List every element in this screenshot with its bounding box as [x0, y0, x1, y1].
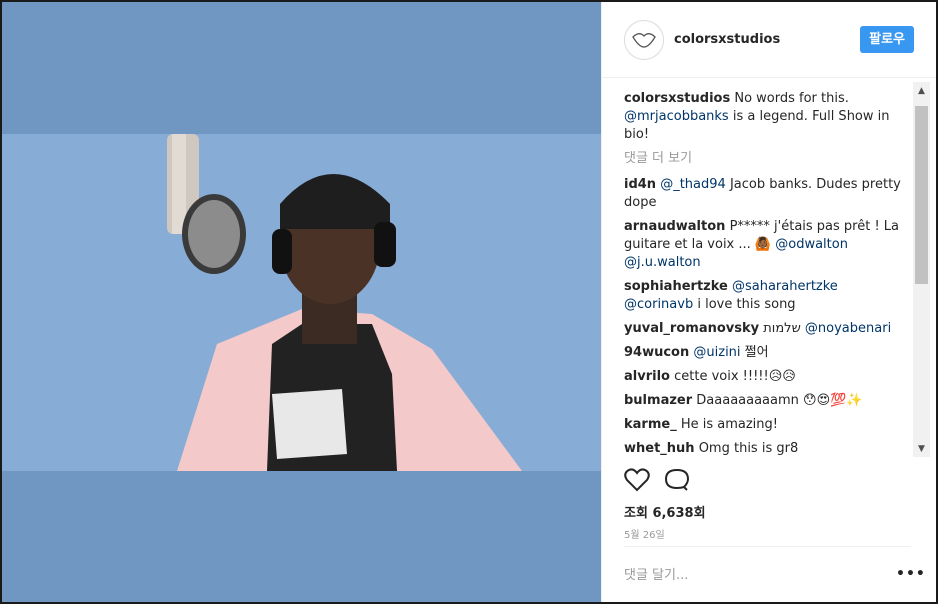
lips-logo-icon: [632, 32, 656, 48]
comment-user[interactable]: bulmazer: [624, 393, 692, 408]
comment-text: i love this song: [697, 297, 796, 312]
comment-text: שלמות: [763, 321, 801, 336]
comment-text: Daaaaaaaaamn 😯😍💯✨: [696, 393, 863, 408]
scroll-up-icon[interactable]: ▲: [913, 82, 930, 99]
caption-user[interactable]: colorsxstudios: [624, 91, 730, 106]
load-more-comments[interactable]: 댓글 더 보기: [624, 150, 910, 168]
list-item: yuval_romanovsky שלמות @noyabenari: [624, 320, 910, 338]
comment-text: cette voix !!!!!😥😥: [674, 369, 796, 384]
comment-mention[interactable]: @j.u.walton: [624, 255, 701, 270]
comment-text: He is amazing!: [680, 417, 779, 432]
more-options-icon[interactable]: •••: [896, 566, 926, 582]
list-item: id4n @_thad94 Jacob banks. Dudes pretty …: [624, 176, 910, 212]
heart-icon[interactable]: [624, 468, 650, 492]
list-item: arnaudwalton P***** j'étais pas prêt ! L…: [624, 218, 910, 272]
view-count: 조회 6,638회: [624, 506, 706, 521]
comment-mention[interactable]: @odwalton: [775, 237, 848, 252]
caption-mention[interactable]: @mrjacobbanks: [624, 109, 729, 124]
scroll-down-icon[interactable]: ▼: [913, 440, 930, 457]
comment-user[interactable]: arnaudwalton: [624, 219, 725, 234]
video-player[interactable]: [2, 134, 601, 471]
list-item: alvrilo cette voix !!!!!😥😥: [624, 368, 910, 386]
post-modal: colorsxstudios 팔로우 colorsxstudios No wor…: [2, 2, 936, 602]
comment-mention[interactable]: @saharahertzke: [732, 279, 838, 294]
comment-user[interactable]: id4n: [624, 177, 656, 192]
list-item: karme_ He is amazing!: [624, 416, 910, 434]
post-header: colorsxstudios 팔로우: [602, 2, 936, 78]
comment-user[interactable]: yuval_romanovsky: [624, 321, 759, 336]
comment-mention[interactable]: @uizini: [693, 345, 740, 360]
comment-user[interactable]: karme_: [624, 417, 677, 432]
add-comment-input[interactable]: 댓글 달기...: [624, 564, 688, 583]
list-item: bulmazer Daaaaaaaaamn 😯😍💯✨: [624, 392, 910, 410]
caption-text: No words for this.: [734, 91, 849, 106]
follow-button[interactable]: 팔로우: [860, 26, 914, 53]
avatar[interactable]: [624, 19, 664, 60]
video-frame-image: [2, 134, 601, 471]
divider: [624, 546, 911, 547]
media-area: [2, 2, 601, 602]
comment-text: 쩔어: [744, 345, 769, 360]
list-item: 94wucon @uizini 쩔어: [624, 344, 910, 362]
caption: colorsxstudios No words for this. @mrjac…: [624, 90, 910, 144]
comment-text: Omg this is gr8: [698, 441, 799, 456]
comment-user[interactable]: alvrilo: [624, 369, 670, 384]
comment-mention[interactable]: @corinavb: [624, 297, 693, 312]
action-bar: [624, 468, 690, 492]
scroll-thumb[interactable]: [915, 106, 928, 284]
author-handle[interactable]: colorsxstudios: [674, 32, 860, 47]
list-item: whet_huh Omg this is gr8: [624, 440, 910, 458]
list-item: sophiahertzke @saharahertzke @corinavb i…: [624, 278, 910, 314]
comment-list: colorsxstudios No words for this. @mrjac…: [624, 90, 910, 460]
comment-user[interactable]: whet_huh: [624, 441, 695, 456]
comments-panel: colorsxstudios 팔로우 colorsxstudios No wor…: [601, 2, 936, 602]
comment-user[interactable]: sophiahertzke: [624, 279, 728, 294]
comment-mention[interactable]: @noyabenari: [805, 321, 891, 336]
comment-mention[interactable]: @_thad94: [660, 177, 726, 192]
comment-icon[interactable]: [664, 468, 690, 492]
post-date: 5월 26일: [624, 530, 665, 541]
comment-user[interactable]: 94wucon: [624, 345, 689, 360]
comments-scrollbar[interactable]: ▲ ▼: [913, 82, 930, 457]
